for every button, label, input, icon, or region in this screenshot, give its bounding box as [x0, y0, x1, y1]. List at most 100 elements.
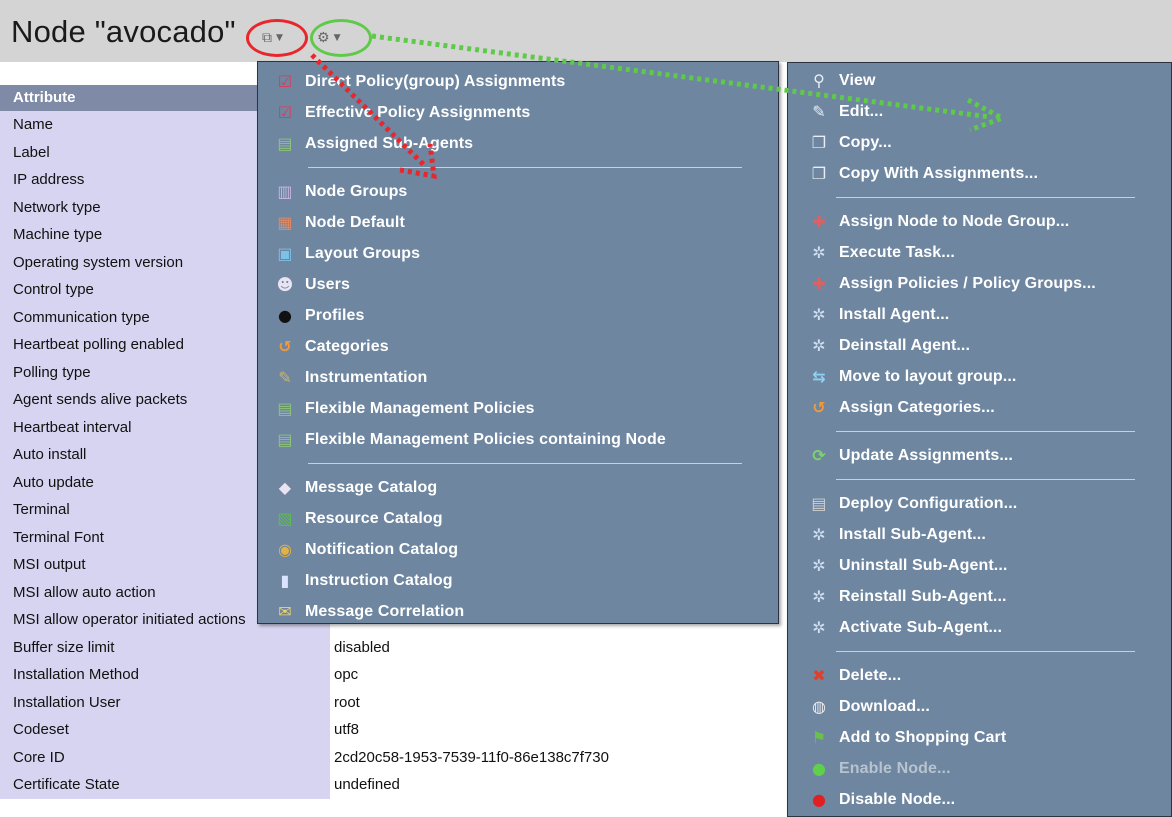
- menu-item-label: Flexible Management Policies: [305, 399, 535, 417]
- actions-menu-button[interactable]: ⚙ ▼: [317, 26, 367, 50]
- menu-item-instruction-catalog[interactable]: ▮ Instruction Catalog: [258, 565, 778, 596]
- menu-item-deploy-configuration[interactable]: ▤ Deploy Configuration...: [788, 488, 1171, 519]
- views-menu-button[interactable]: ⧉ ▼: [262, 26, 312, 50]
- attribute-name: Codeset: [0, 716, 330, 744]
- menu-item-label: Copy...: [839, 133, 892, 151]
- windows-icon: ⧉: [262, 30, 272, 46]
- menu-item-label: Assigned Sub-Agents: [305, 134, 474, 152]
- menu-item-enable-node: ● Enable Node...: [788, 753, 1171, 784]
- menu-item-install-agent[interactable]: ✲ Install Agent...: [788, 299, 1171, 330]
- copy-icon: ❐: [811, 164, 827, 183]
- table-row: Certificate State undefined: [0, 771, 672, 799]
- menu-item-uninstall-sub-agent[interactable]: ✲ Uninstall Sub-Agent...: [788, 550, 1171, 581]
- sub-agent-icon: ▤: [277, 399, 293, 418]
- category-icon: ↺: [278, 337, 292, 356]
- menu-item-execute-task[interactable]: ✲ Execute Task...: [788, 237, 1171, 268]
- deploy-icon: ▤: [811, 494, 827, 513]
- menu-item-disable-node[interactable]: ● Disable Node...: [788, 784, 1171, 815]
- menu-item-view[interactable]: ⚲ View: [788, 65, 1171, 96]
- enable-icon: ●: [811, 759, 827, 778]
- gear-icon: ✲: [812, 556, 826, 575]
- gear-icon: ✲: [812, 525, 826, 544]
- menu-item-node-default[interactable]: ▦ Node Default: [258, 207, 778, 238]
- menu-item-label: Enable Node...: [839, 759, 951, 777]
- menu-item-assign-categories[interactable]: ↺ Assign Categories...: [788, 392, 1171, 423]
- menu-item-deinstall-agent[interactable]: ✲ Deinstall Agent...: [788, 330, 1171, 361]
- policy-icon: ☑: [277, 72, 293, 91]
- menu-separator: [836, 479, 1135, 480]
- menu-item-label: Execute Task...: [839, 243, 955, 261]
- gear-icon: ✲: [812, 305, 826, 324]
- download-icon: ◍: [811, 697, 827, 716]
- menu-item-label: Message Catalog: [305, 478, 438, 496]
- profile-icon: ●: [277, 306, 293, 325]
- menu-item-assign-policies-policy-groups[interactable]: ✚ Assign Policies / Policy Groups...: [788, 268, 1171, 299]
- table-row: Core ID 2cd20c58-1953-7539-11f0-86e138c7f…: [0, 743, 672, 771]
- sub-agent-icon: ▤: [277, 430, 293, 449]
- menu-separator: [836, 651, 1135, 652]
- menu-item-users[interactable]: ☻ Users: [258, 269, 778, 300]
- gear-icon: ✲: [812, 243, 826, 262]
- menu-item-message-correlation[interactable]: ✉ Message Correlation: [258, 596, 778, 627]
- table-row: Installation User root: [0, 688, 672, 716]
- menu-item-install-sub-agent[interactable]: ✲ Install Sub-Agent...: [788, 519, 1171, 550]
- menu-item-label: Add to Shopping Cart: [839, 728, 1007, 746]
- sub-agent-icon: ▤: [277, 134, 293, 153]
- menu-item-label: Direct Policy(group) Assignments: [305, 72, 566, 90]
- menu-item-update-assignments[interactable]: ⟳ Update Assignments...: [788, 440, 1171, 471]
- menu-item-profiles[interactable]: ● Profiles: [258, 300, 778, 331]
- chevron-down-icon: ▼: [276, 33, 283, 43]
- menu-item-copy-with-assignments[interactable]: ❐ Copy With Assignments...: [788, 158, 1171, 189]
- menu-item-label: Reinstall Sub-Agent...: [839, 587, 1007, 605]
- menu-item-flexible-management-policies[interactable]: ▤ Flexible Management Policies: [258, 393, 778, 424]
- menu-item-copy[interactable]: ❐ Copy...: [788, 127, 1171, 158]
- page-title: Node "avocado": [11, 14, 236, 49]
- menu-item-node-groups[interactable]: ▥ Node Groups: [258, 176, 778, 207]
- menu-item-assign-node-to-node-group[interactable]: ✚ Assign Node to Node Group...: [788, 206, 1171, 237]
- resource-catalog-icon: ▧: [277, 509, 293, 528]
- gear-icon: ✲: [812, 618, 826, 637]
- menu-item-download[interactable]: ◍ Download...: [788, 691, 1171, 722]
- menu-item-edit[interactable]: ✎ Edit...: [788, 96, 1171, 127]
- menu-separator: [836, 197, 1135, 198]
- edit-icon: ✎: [812, 102, 826, 121]
- menu-item-label: Resource Catalog: [305, 509, 443, 527]
- menu-item-assigned-sub-agents[interactable]: ▤ Assigned Sub-Agents: [258, 128, 778, 159]
- menu-item-notification-catalog[interactable]: ◉ Notification Catalog: [258, 534, 778, 565]
- menu-item-label: Effective Policy Assignments: [305, 103, 531, 121]
- menu-item-effective-policy-assignments[interactable]: ☑ Effective Policy Assignments: [258, 97, 778, 128]
- menu-item-label: Assign Categories...: [839, 398, 995, 416]
- menu-item-activate-sub-agent[interactable]: ✲ Activate Sub-Agent...: [788, 612, 1171, 643]
- menu-item-label: Edit...: [839, 102, 884, 120]
- menu-item-instrumentation[interactable]: ✎ Instrumentation: [258, 362, 778, 393]
- instruction-catalog-icon: ▮: [280, 571, 290, 590]
- attribute-name: Installation Method: [0, 661, 330, 689]
- menu-item-label: Uninstall Sub-Agent...: [839, 556, 1008, 574]
- menu-item-label: Profiles: [305, 306, 365, 324]
- menu-item-delete[interactable]: ✖ Delete...: [788, 660, 1171, 691]
- message-correlation-icon: ✉: [278, 602, 292, 621]
- menu-item-reinstall-sub-agent[interactable]: ✲ Reinstall Sub-Agent...: [788, 581, 1171, 612]
- menu-item-move-to-layout-group[interactable]: ⇆ Move to layout group...: [788, 361, 1171, 392]
- copy-icon: ❐: [811, 133, 827, 152]
- menu-item-categories[interactable]: ↺ Categories: [258, 331, 778, 362]
- disable-icon: ●: [811, 790, 827, 809]
- menu-item-resource-catalog[interactable]: ▧ Resource Catalog: [258, 503, 778, 534]
- menu-item-label: Flexible Management Policies containing …: [305, 430, 666, 448]
- menu-item-label: Instruction Catalog: [305, 571, 453, 589]
- menu-item-label: Delete...: [839, 666, 902, 684]
- menu-separator: [308, 167, 742, 168]
- menu-item-direct-policy-group-assignments[interactable]: ☑ Direct Policy(group) Assignments: [258, 66, 778, 97]
- menu-item-label: Install Agent...: [839, 305, 950, 323]
- delete-icon: ✖: [812, 666, 826, 685]
- menu-item-label: Activate Sub-Agent...: [839, 618, 1003, 636]
- menu-item-add-to-shopping-cart[interactable]: ⚑ Add to Shopping Cart: [788, 722, 1171, 753]
- magnifier-icon: ⚲: [813, 71, 825, 90]
- menu-item-layout-groups[interactable]: ▣ Layout Groups: [258, 238, 778, 269]
- menu-item-label: Update Assignments...: [839, 446, 1013, 464]
- menu-item-flexible-management-policies-containing-node[interactable]: ▤ Flexible Management Policies containing…: [258, 424, 778, 455]
- menu-item-message-catalog[interactable]: ◆ Message Catalog: [258, 472, 778, 503]
- layout-group-icon: ▣: [277, 244, 293, 263]
- attribute-value: undefined: [330, 771, 672, 799]
- gear-icon: ✲: [812, 587, 826, 606]
